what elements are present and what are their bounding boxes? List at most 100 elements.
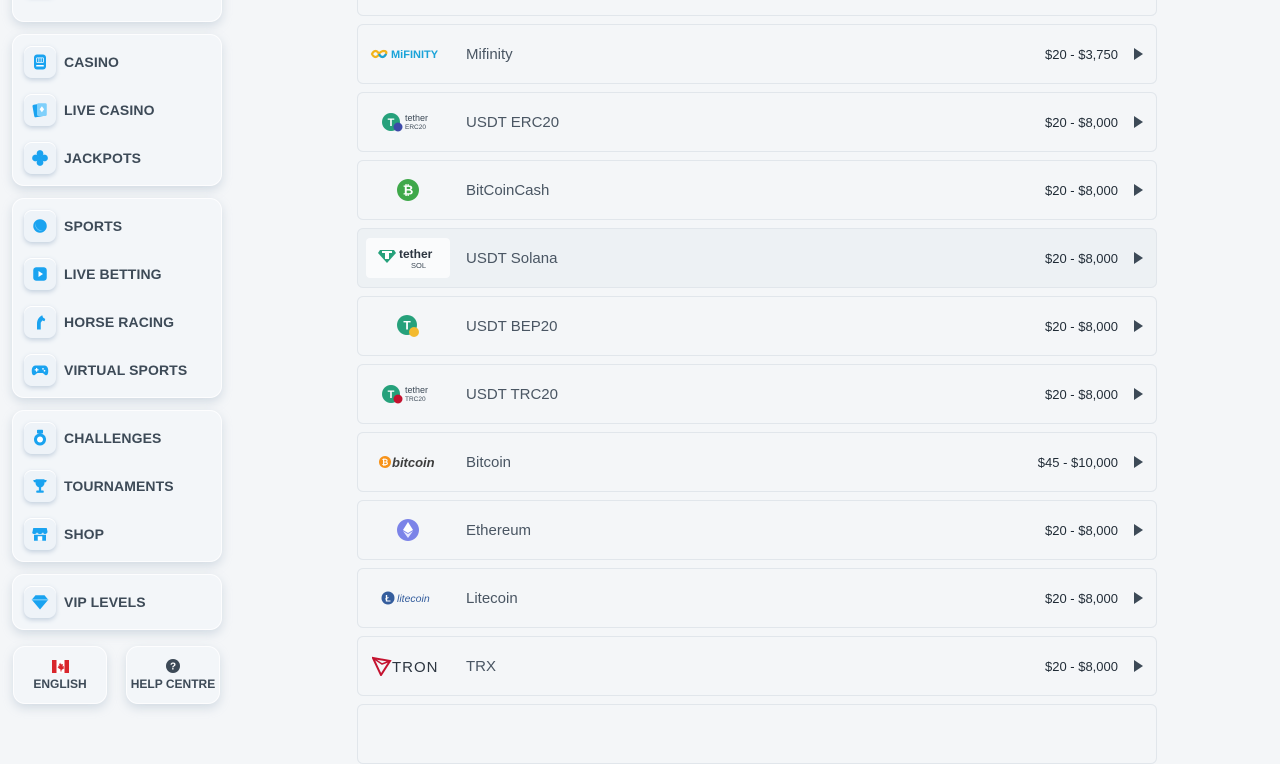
arrow-right-icon: [1134, 388, 1143, 400]
sidebar-item-label: CHALLENGES: [64, 430, 162, 446]
arrow-right-icon: [1134, 48, 1143, 60]
payment-row[interactable]: [357, 0, 1157, 16]
svg-text:₿: ₿: [403, 183, 414, 198]
arrow-right-icon: [1134, 252, 1143, 264]
payment-name: Ethereum: [466, 521, 532, 539]
challenges-icon: [24, 422, 56, 454]
help-icon: ?: [166, 659, 180, 673]
ethereum-logo: [366, 510, 450, 550]
payment-range: $20 - $8,000: [1044, 658, 1118, 674]
jackpots-icon: [24, 142, 56, 174]
horse-racing-icon: [24, 306, 56, 338]
sidebar-item-label: VIRTUAL SPORTS: [64, 362, 188, 378]
sidebar-group-sports: SPORTS LIVE BETTING HORSE RACING VIRTUAL…: [12, 198, 222, 398]
sidebar-item-label: LIVE BETTING: [64, 266, 162, 282]
language-button[interactable]: ENGLISH: [13, 646, 107, 704]
svg-text:Ł: Ł: [385, 594, 391, 604]
arrow-right-icon: [1134, 116, 1143, 128]
bitcoincash-logo: ₿: [366, 170, 450, 210]
payment-row-usdt-bep20[interactable]: T USDT BEP20 $20 - $8,000: [357, 296, 1157, 356]
payment-row-ethereum[interactable]: Ethereum $20 - $8,000: [357, 500, 1157, 560]
tether-bep20-logo: T: [366, 306, 450, 346]
sidebar-item-casino[interactable]: CASINO: [24, 44, 214, 80]
payment-row-trx[interactable]: TRON TRX $20 - $8,000: [357, 636, 1157, 696]
payment-row[interactable]: [357, 704, 1157, 764]
svg-text:MiFINITY: MiFINITY: [391, 49, 439, 61]
casino-icon: [24, 46, 56, 78]
payment-name: TRX: [466, 657, 496, 675]
sidebar-item-label: SHOP: [64, 526, 105, 542]
arrow-right-icon: [1134, 660, 1143, 672]
tron-logo: TRON: [366, 646, 450, 686]
payment-name: USDT ERC20: [466, 113, 560, 131]
sidebar-group-casino: CASINO LIVE CASINO JACKPOTS: [12, 34, 222, 186]
svg-text:SOL: SOL: [411, 261, 426, 270]
payment-row-bitcoincash[interactable]: ₿ BitCoinCash $20 - $8,000: [357, 160, 1157, 220]
sidebar-item-jackpots[interactable]: JACKPOTS: [24, 140, 214, 176]
tether-erc20-logo: T tether ERC20: [366, 102, 450, 142]
payment-range: $45 - $10,000: [1037, 454, 1118, 470]
payment-row-bitcoin[interactable]: ₿ bitcoin Bitcoin $45 - $10,000: [357, 432, 1157, 492]
svg-text:TRC20: TRC20: [405, 396, 426, 403]
sidebar-item-label: LIVE CASINO: [64, 102, 155, 118]
payment-row-litecoin[interactable]: Ł litecoin Litecoin $20 - $8,000: [357, 568, 1157, 628]
payment-row-mifinity[interactable]: MiFINITY Mifinity $20 - $3,750: [357, 24, 1157, 84]
live-betting-icon: [24, 258, 56, 290]
svg-text:ERC20: ERC20: [405, 124, 426, 131]
payment-name: Bitcoin: [466, 453, 512, 471]
shop-icon: [24, 518, 56, 550]
payment-range: $20 - $3,750: [1044, 46, 1118, 62]
svg-text:₿: ₿: [382, 458, 389, 467]
sidebar-item-vip-levels[interactable]: VIP LEVELS: [24, 584, 214, 620]
payment-range: $20 - $8,000: [1044, 182, 1118, 198]
svg-text:?: ?: [170, 662, 176, 673]
sidebar-item-shop[interactable]: SHOP: [24, 516, 214, 552]
payment-row-usdt-solana[interactable]: tether SOL USDT Solana $20 - $8,000: [357, 228, 1157, 288]
live-casino-icon: [24, 94, 56, 126]
bitcoin-logo: ₿ bitcoin: [366, 442, 450, 482]
svg-text:tether: tether: [405, 385, 428, 395]
trophy-icon: [24, 470, 56, 502]
arrow-right-icon: [1134, 524, 1143, 536]
diamond-icon: [24, 586, 56, 618]
payment-range: $20 - $8,000: [1044, 386, 1118, 402]
arrow-right-icon: [1134, 184, 1143, 196]
help-centre-label: HELP CENTRE: [130, 677, 216, 691]
svg-text:tether: tether: [399, 247, 433, 261]
svg-text:litecoin: litecoin: [397, 593, 430, 605]
sidebar-item-label: CASINO: [64, 54, 120, 70]
sidebar-item-sports[interactable]: SPORTS: [24, 208, 214, 244]
sidebar-item-live-betting[interactable]: LIVE BETTING: [24, 256, 214, 292]
sidebar-item-label: TOURNAMENTS: [64, 478, 174, 494]
sidebar-group-vip: VIP LEVELS: [12, 574, 222, 630]
sidebar-item-label: SPORTS: [64, 218, 123, 234]
help-centre-button[interactable]: ? HELP CENTRE: [126, 646, 220, 704]
payment-name: BitCoinCash: [466, 181, 550, 199]
arrow-right-icon: [1134, 320, 1143, 332]
sidebar-item-tournaments[interactable]: TOURNAMENTS: [24, 468, 214, 504]
sidebar-item-virtual-sports[interactable]: VIRTUAL SPORTS: [24, 352, 214, 388]
sidebar-item-horse-racing[interactable]: HORSE RACING: [24, 304, 214, 340]
tether-trc20-logo: T tether TRC20: [366, 374, 450, 414]
sports-icon: [24, 210, 56, 242]
payment-name: USDT TRC20: [466, 385, 558, 403]
sidebar-item-label: VIP LEVELS: [64, 594, 146, 610]
payment-range: $20 - $8,000: [1044, 590, 1118, 606]
payment-range: $20 - $8,000: [1044, 522, 1118, 538]
payment-row-usdt-trc20[interactable]: T tether TRC20 USDT TRC20 $20 - $8,000: [357, 364, 1157, 424]
sidebar-item-label: JACKPOTS: [64, 150, 142, 166]
payment-row-usdt-erc20[interactable]: T tether ERC20 USDT ERC20 $20 - $8,000: [357, 92, 1157, 152]
language-label: ENGLISH: [33, 676, 87, 691]
canada-flag-icon: [51, 659, 69, 673]
virtual-sports-icon: [24, 354, 56, 386]
svg-text:TRON: TRON: [392, 659, 439, 676]
mifinity-logo: MiFINITY: [366, 34, 450, 74]
payment-name: Litecoin: [466, 589, 518, 607]
sidebar-item-label: HORSE RACING: [64, 314, 175, 330]
litecoin-logo: Ł litecoin: [366, 578, 450, 618]
sidebar-item-live-casino[interactable]: LIVE CASINO: [24, 92, 214, 128]
sidebar-item-challenges[interactable]: CHALLENGES: [24, 420, 214, 456]
payment-range: $20 - $8,000: [1044, 114, 1118, 130]
arrow-right-icon: [1134, 592, 1143, 604]
sidebar-group-challenges: CHALLENGES TOURNAMENTS SHOP: [12, 410, 222, 562]
